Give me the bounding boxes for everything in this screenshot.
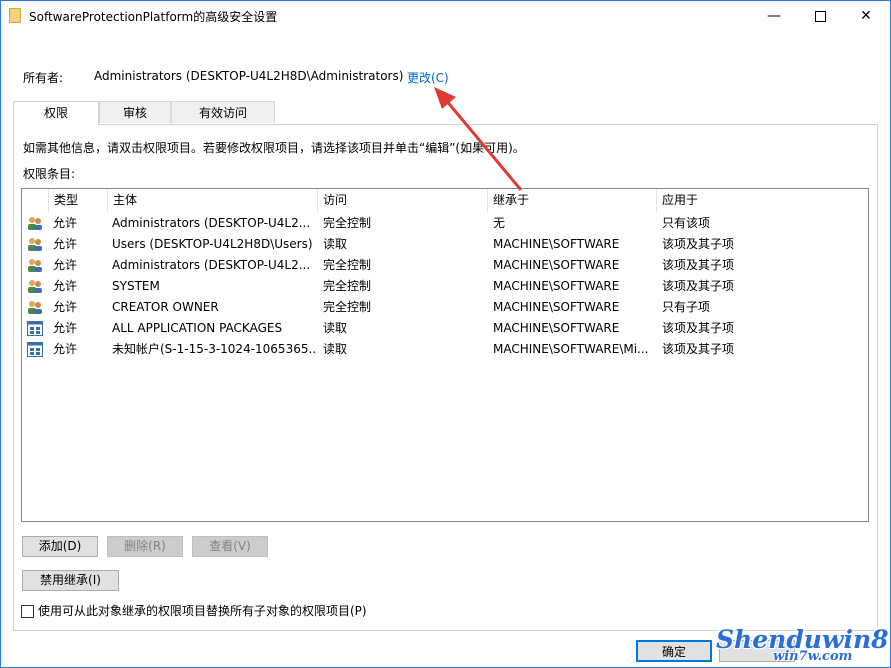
- principal-cell: 未知帐户(S-1-15-3-1024-1065365...: [112, 342, 316, 356]
- owner-label: 所有者:: [23, 71, 64, 85]
- type-cell: 允许: [53, 321, 78, 335]
- table-row[interactable]: 允许 ALL APPLICATION PACKAGES 读取 MACHINE\SOFT…: [22, 318, 868, 339]
- type-cell: 允许: [53, 258, 78, 272]
- window-title: SoftwareProtectionPlatform的高级安全设置: [29, 10, 278, 24]
- access-cell: 读取: [323, 237, 348, 251]
- column-header-type[interactable]: 类型: [49, 189, 108, 212]
- applies-to-cell: 该项及其子项: [662, 237, 735, 251]
- inherited-from-cell: MACHINE\SOFTWARE: [493, 258, 620, 272]
- principal-cell: Administrators (DESKTOP-U4L2...: [112, 216, 311, 230]
- principal-cell: Users (DESKTOP-U4L2H8D\Users): [112, 237, 313, 251]
- arrow-head: [434, 87, 456, 109]
- applies-to-cell: 该项及其子项: [662, 321, 735, 335]
- advanced-security-dialog: SoftwareProtectionPlatform的高级安全设置 — ✕ 所有…: [0, 0, 891, 668]
- applies-to-cell: 只有该项: [662, 216, 711, 230]
- applies-to-cell: 只有子项: [662, 300, 711, 314]
- table-row[interactable]: 允许 未知帐户(S-1-15-3-1024-1065365... 读取 MACHINE…: [22, 339, 868, 360]
- access-cell: 完全控制: [323, 279, 372, 293]
- folder-icon: [9, 8, 21, 23]
- type-cell: 允许: [53, 342, 78, 356]
- access-cell: 完全控制: [323, 258, 372, 272]
- inherited-from-cell: MACHINE\SOFTWARE: [493, 237, 620, 251]
- inherited-from-cell: MACHINE\SOFTWARE: [493, 300, 620, 314]
- type-cell: 允许: [53, 237, 78, 251]
- users-icon: [27, 216, 43, 231]
- users-icon: [27, 279, 43, 294]
- replace-child-permissions-option[interactable]: 使用可从此对象继承的权限项目替换所有子对象的权限项目(P): [21, 602, 367, 619]
- maximize-button[interactable]: [797, 1, 843, 31]
- type-cell: 允许: [53, 279, 78, 293]
- applies-to-cell: 该项及其子项: [662, 342, 735, 356]
- users-icon: [27, 237, 43, 252]
- arrow-shaft: [438, 92, 523, 191]
- column-header-icon[interactable]: [22, 189, 49, 212]
- minimize-button[interactable]: —: [751, 1, 797, 31]
- principal-cell: ALL APPLICATION PACKAGES: [112, 321, 283, 335]
- app-package-icon: [27, 321, 43, 336]
- column-header-applies-to[interactable]: 应用于: [657, 189, 869, 212]
- applies-to-cell: 该项及其子项: [662, 279, 735, 293]
- tab-effective-access[interactable]: 有效访问: [171, 101, 275, 123]
- red-arrow-annotation: [434, 87, 523, 191]
- type-cell: 允许: [53, 216, 78, 230]
- access-cell: 完全控制: [323, 216, 372, 230]
- table-row[interactable]: 允许 Administrators (DESKTOP-U4L2... 完全控制 MAC…: [22, 255, 868, 276]
- access-cell: 完全控制: [323, 300, 372, 314]
- table-row[interactable]: 允许 Users (DESKTOP-U4L2H8D\Users) 读取 MACHINE…: [22, 234, 868, 255]
- inherited-from-cell: MACHINE\SOFTWARE: [493, 279, 620, 293]
- principal-cell: Administrators (DESKTOP-U4L2...: [112, 258, 311, 272]
- type-cell: 允许: [53, 300, 78, 314]
- permission-entries-list[interactable]: 类型 主体 访问 继承于 应用于 允许 Administrators (DESKT…: [21, 188, 869, 522]
- users-icon: [27, 300, 43, 315]
- table-row[interactable]: 允许 Administrators (DESKTOP-U4L2... 完全控制 无 只有…: [22, 213, 868, 234]
- table-row[interactable]: 允许 CREATOR OWNER 完全控制 MACHINE\SOFTWARE 只有子项: [22, 297, 868, 318]
- principal-cell: SYSTEM: [112, 279, 160, 293]
- access-cell: 读取: [323, 342, 348, 356]
- owner-value: Administrators (DESKTOP-U4L2H8D\Administ…: [94, 69, 404, 83]
- users-icon: [27, 258, 43, 273]
- applies-to-cell: 该项及其子项: [662, 258, 735, 272]
- view-button[interactable]: 查看(V): [192, 536, 268, 557]
- table-row[interactable]: 允许 SYSTEM 完全控制 MACHINE\SOFTWARE 该项及其子项: [22, 276, 868, 297]
- maximize-icon: [814, 10, 826, 22]
- access-cell: 读取: [323, 321, 348, 335]
- inherited-from-cell: MACHINE\SOFTWARE: [493, 321, 620, 335]
- disable-inheritance-button[interactable]: 禁用继承(I): [22, 570, 119, 591]
- app-package-icon: [27, 342, 43, 357]
- inherited-from-cell: 无: [493, 216, 506, 230]
- title-bar[interactable]: SoftwareProtectionPlatform的高级安全设置 — ✕: [1, 1, 890, 31]
- watermark-sub: win7w.com: [773, 649, 853, 664]
- remove-button[interactable]: 删除(R): [107, 536, 183, 557]
- add-button[interactable]: 添加(D): [22, 536, 98, 557]
- tab-permissions[interactable]: 权限: [13, 101, 99, 125]
- column-header-principal[interactable]: 主体: [108, 189, 318, 212]
- entries-label: 权限条目:: [23, 167, 76, 181]
- change-owner-link[interactable]: 更改(C): [407, 69, 449, 86]
- inherited-from-cell: MACHINE\SOFTWARE\Mi...: [493, 342, 649, 356]
- close-button[interactable]: ✕: [843, 1, 889, 31]
- ok-button[interactable]: 确定: [636, 640, 712, 662]
- tab-auditing[interactable]: 审核: [99, 101, 171, 123]
- principal-cell: CREATOR OWNER: [112, 300, 219, 314]
- replace-child-permissions-label: 使用可从此对象继承的权限项目替换所有子对象的权限项目(P): [38, 604, 367, 618]
- replace-child-permissions-checkbox[interactable]: [21, 605, 34, 618]
